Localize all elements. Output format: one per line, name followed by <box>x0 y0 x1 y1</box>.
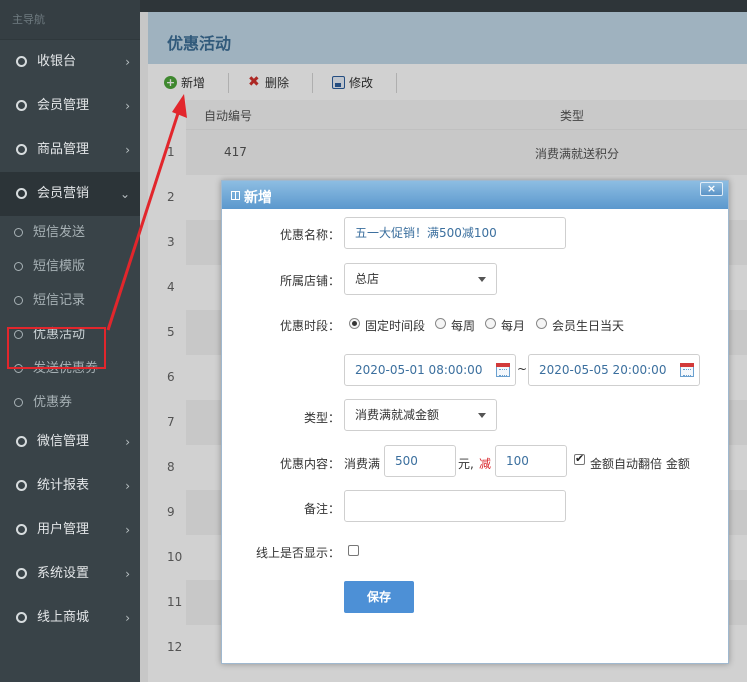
sidebar-subitem-sms-log[interactable]: 短信记录 <box>0 284 140 318</box>
store-select[interactable]: 总店 <box>344 263 497 295</box>
calendar-icon[interactable] <box>496 363 510 377</box>
caret-down-icon <box>478 277 486 282</box>
sidebar-item-label: 线上商城 <box>37 610 90 625</box>
sidebar-subitem-label: 短信记录 <box>33 293 86 308</box>
start-time-input[interactable]: 2020-05-01 08:00:00 <box>344 354 516 386</box>
circle-icon <box>16 568 27 579</box>
sidebar-item-products[interactable]: 商品管理 › <box>0 128 140 172</box>
circle-icon <box>16 56 27 67</box>
window-icon <box>231 191 240 200</box>
sidebar-item-members[interactable]: 会员管理 › <box>0 84 140 128</box>
sidebar-title: 主导航 <box>0 0 140 40</box>
sidebar-item-reports[interactable]: 统计报表 › <box>0 464 140 508</box>
name-label: 优惠名称： <box>279 228 340 242</box>
sidebar-item-cashier[interactable]: 收银台 › <box>0 40 140 84</box>
online-display-checkbox[interactable] <box>348 545 359 556</box>
period-option-label: 固定时间段 <box>365 319 426 333</box>
period-option-label: 每周 <box>451 319 476 333</box>
circle-icon <box>14 262 23 271</box>
sidebar-subitem-label: 优惠券 <box>33 395 73 410</box>
sidebar-item-label: 商品管理 <box>37 142 90 157</box>
range-separator: ~ <box>517 362 528 376</box>
sidebar: 主导航 收银台 › 会员管理 › 商品管理 › 会员营销 ⌄ 短信发送 短信模版… <box>0 0 140 682</box>
content-prefix: 消费满 <box>344 457 381 471</box>
chevron-right-icon: › <box>125 55 130 69</box>
period-radio-monthly[interactable] <box>485 318 496 329</box>
period-label: 优惠时段： <box>279 319 340 333</box>
circle-icon <box>16 144 27 155</box>
end-time-value: 2020-05-05 20:00:00 <box>539 363 667 377</box>
circle-icon <box>14 228 23 237</box>
promotion-name-input[interactable]: 五一大促销！满500减100 <box>344 217 566 249</box>
sidebar-item-label: 统计报表 <box>37 478 90 493</box>
auto-double-checkbox[interactable] <box>574 452 585 465</box>
spend-amount-input[interactable]: 500 <box>384 445 456 477</box>
sidebar-item-online-mall[interactable]: 线上商城 › <box>0 596 140 640</box>
sidebar-item-marketing[interactable]: 会员营销 ⌄ <box>0 172 140 216</box>
circle-icon <box>16 100 27 111</box>
sidebar-item-settings[interactable]: 系统设置 › <box>0 552 140 596</box>
reduce-amount-input[interactable]: 100 <box>495 445 567 477</box>
end-time-input[interactable]: 2020-05-05 20:00:00 <box>528 354 700 386</box>
period-option-label: 每月 <box>501 319 526 333</box>
sidebar-item-label: 会员营销 <box>37 186 90 201</box>
calendar-icon[interactable] <box>680 363 694 377</box>
add-promotion-dialog: 新增 × 优惠名称： 五一大促销！满500减100 所属店铺： 总店 优惠时段：… <box>221 180 729 664</box>
sidebar-item-users[interactable]: 用户管理 › <box>0 508 140 552</box>
circle-icon <box>16 524 27 535</box>
type-label: 类型： <box>303 411 340 425</box>
sidebar-item-label: 收银台 <box>37 54 77 69</box>
type-select-value: 消费满就减金额 <box>355 408 440 422</box>
close-button[interactable]: × <box>700 182 723 196</box>
top-strip <box>140 0 747 12</box>
chevron-right-icon: › <box>125 611 130 625</box>
type-select[interactable]: 消费满就减金额 <box>344 399 497 431</box>
sidebar-subitem-label: 短信模版 <box>33 259 86 274</box>
content-label: 优惠内容： <box>279 457 340 471</box>
save-button[interactable]: 保存 <box>344 581 414 613</box>
annotation-highlight-box <box>7 327 106 369</box>
circle-icon <box>16 612 27 623</box>
sidebar-item-label: 用户管理 <box>37 522 90 537</box>
dialog-title: 新增 <box>244 190 272 206</box>
sidebar-item-wechat[interactable]: 微信管理 › <box>0 420 140 464</box>
period-radio-fixed[interactable] <box>349 318 360 329</box>
chevron-down-icon: ⌄ <box>119 187 130 201</box>
chevron-right-icon: › <box>125 435 130 449</box>
period-option-label: 会员生日当天 <box>552 319 625 333</box>
online-label: 线上是否显示： <box>255 546 340 560</box>
circle-icon <box>14 296 23 305</box>
sidebar-subitem-sms-template[interactable]: 短信模版 <box>0 250 140 284</box>
remark-label: 备注： <box>303 502 340 516</box>
chevron-right-icon: › <box>125 99 130 113</box>
auto-double-label: 金额自动翻倍 金额 <box>590 457 690 471</box>
chevron-right-icon: › <box>125 567 130 581</box>
sidebar-subitem-sms-send[interactable]: 短信发送 <box>0 216 140 250</box>
circle-icon <box>16 480 27 491</box>
sidebar-item-label: 会员管理 <box>37 98 90 113</box>
circle-icon <box>14 398 23 407</box>
sidebar-subitem-coupons[interactable]: 优惠券 <box>0 386 140 420</box>
sidebar-subitem-label: 短信发送 <box>33 225 86 240</box>
content-reduce-word: 减 <box>479 457 492 471</box>
content-unit: 元, <box>458 457 474 471</box>
period-radio-weekly[interactable] <box>435 318 446 329</box>
sidebar-item-label: 微信管理 <box>37 434 90 449</box>
dialog-header: 新增 × <box>222 181 728 209</box>
chevron-right-icon: › <box>125 143 130 157</box>
chevron-right-icon: › <box>125 479 130 493</box>
remark-input[interactable] <box>344 490 566 522</box>
store-select-value: 总店 <box>355 272 380 286</box>
caret-down-icon <box>478 413 486 418</box>
sidebar-item-label: 系统设置 <box>37 566 90 581</box>
circle-icon <box>16 188 27 199</box>
store-label: 所属店铺： <box>279 274 340 288</box>
period-radio-birthday[interactable] <box>536 318 547 329</box>
circle-icon <box>16 436 27 447</box>
chevron-right-icon: › <box>125 523 130 537</box>
start-time-value: 2020-05-01 08:00:00 <box>355 363 483 377</box>
